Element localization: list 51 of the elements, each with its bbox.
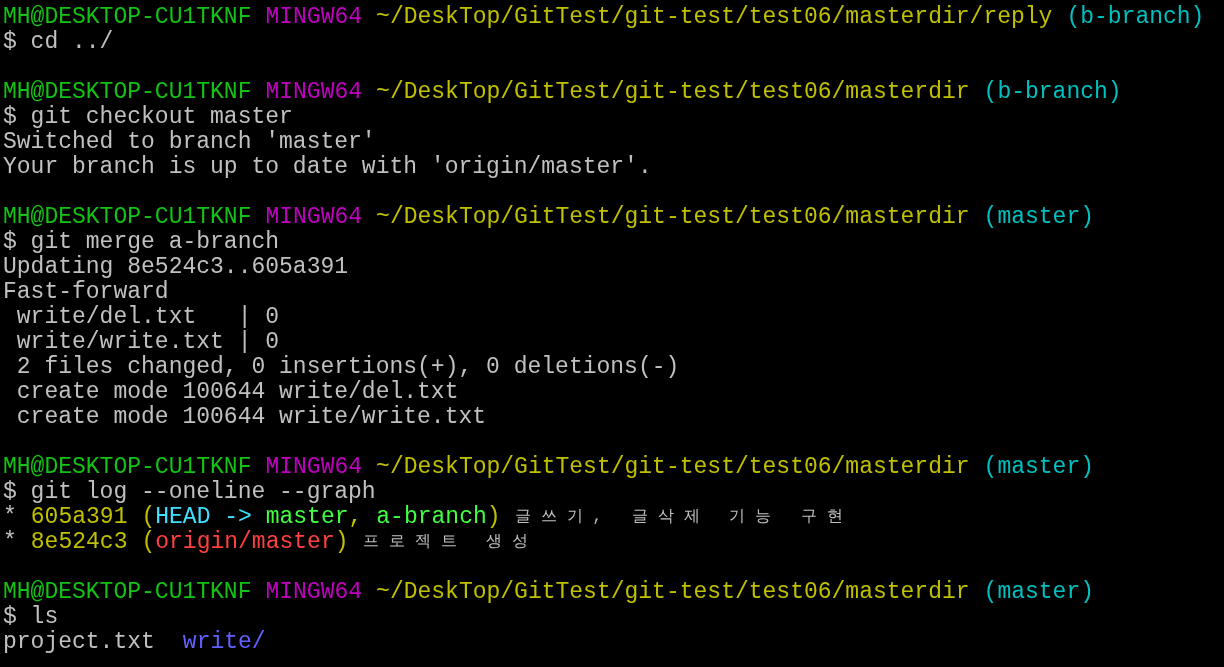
output-text: ) xyxy=(334,530,349,555)
output-text: 8e524c3 xyxy=(30,530,128,555)
output-text: * xyxy=(3,505,17,530)
prompt-user: MH@DESKTOP-CU1TKNF xyxy=(3,5,252,30)
prompt-path: ~/DeskTop/GitTest/git-test/test06/masterdir xyxy=(376,80,970,105)
output-text: ( xyxy=(141,505,156,530)
output-text: Updating 8e524c3..605a391 xyxy=(3,255,349,280)
output-text: create mode 100644 write/write.txt xyxy=(15,405,487,430)
output-text: Your branch is up to date with 'origin/master'. xyxy=(3,155,652,180)
output-text: ( xyxy=(141,530,156,555)
prompt-path: ~/DeskTop/GitTest/git-test/test06/masterdir xyxy=(376,205,970,230)
command-line: $ cd ../ xyxy=(3,30,115,55)
prompt-branch: (b-branch) xyxy=(983,80,1122,105)
output-text: project.txt xyxy=(3,630,155,655)
prompt-system: MINGW64 xyxy=(265,80,363,105)
prompt-system: MINGW64 xyxy=(265,205,363,230)
prompt-path: ~/DeskTop/GitTest/git-test/test06/masterdir xyxy=(376,455,970,480)
prompt-user: MH@DESKTOP-CU1TKNF xyxy=(3,80,252,105)
output-text: create mode 100644 write/del.txt xyxy=(15,380,459,405)
prompt-system: MINGW64 xyxy=(265,455,363,480)
prompt-user: MH@DESKTOP-CU1TKNF xyxy=(3,580,252,605)
prompt-user: MH@DESKTOP-CU1TKNF xyxy=(3,205,252,230)
prompt-path: ~/DeskTop/GitTest/git-test/test06/masterdir/reply xyxy=(376,5,1053,30)
prompt-system: MINGW64 xyxy=(265,5,363,30)
prompt-branch: (b-branch) xyxy=(1066,5,1205,30)
prompt-branch: (master) xyxy=(983,580,1094,605)
command-line: $ git checkout master xyxy=(3,105,294,130)
command-line: $ git merge a-branch xyxy=(3,230,281,255)
command-line: $ ls xyxy=(3,605,60,630)
output-text: write/del.txt | 0 xyxy=(15,305,280,330)
output-text: HEAD -> xyxy=(155,505,253,530)
output-text: write/ xyxy=(182,630,266,655)
output-text: 605a391 xyxy=(30,505,128,530)
output-text: Switched to branch 'master' xyxy=(3,130,376,155)
commit-message: 프로젝트 생성 xyxy=(362,532,539,553)
output-text: ) xyxy=(486,505,501,530)
prompt-path: ~/DeskTop/GitTest/git-test/test06/masterdir xyxy=(376,580,970,605)
prompt-user: MH@DESKTOP-CU1TKNF xyxy=(3,455,252,480)
output-text: master xyxy=(265,505,349,530)
output-text: 2 files changed, 0 insertions(+), 0 deletions(-) xyxy=(15,355,680,380)
prompt-branch: (master) xyxy=(983,205,1094,230)
output-text: write/write.txt | 0 xyxy=(15,330,280,355)
output-text: * xyxy=(3,530,17,555)
commit-message: 글쓰기, 글삭제 기능 구현 xyxy=(514,507,853,528)
command-line: $ git log --oneline --graph xyxy=(3,480,377,505)
prompt-system: MINGW64 xyxy=(265,580,363,605)
output-text: a-branch xyxy=(376,505,487,530)
prompt-branch: (master) xyxy=(983,455,1094,480)
output-text: origin/master xyxy=(155,530,335,555)
output-text: , xyxy=(348,505,363,530)
output-text: Fast-forward xyxy=(3,280,169,305)
